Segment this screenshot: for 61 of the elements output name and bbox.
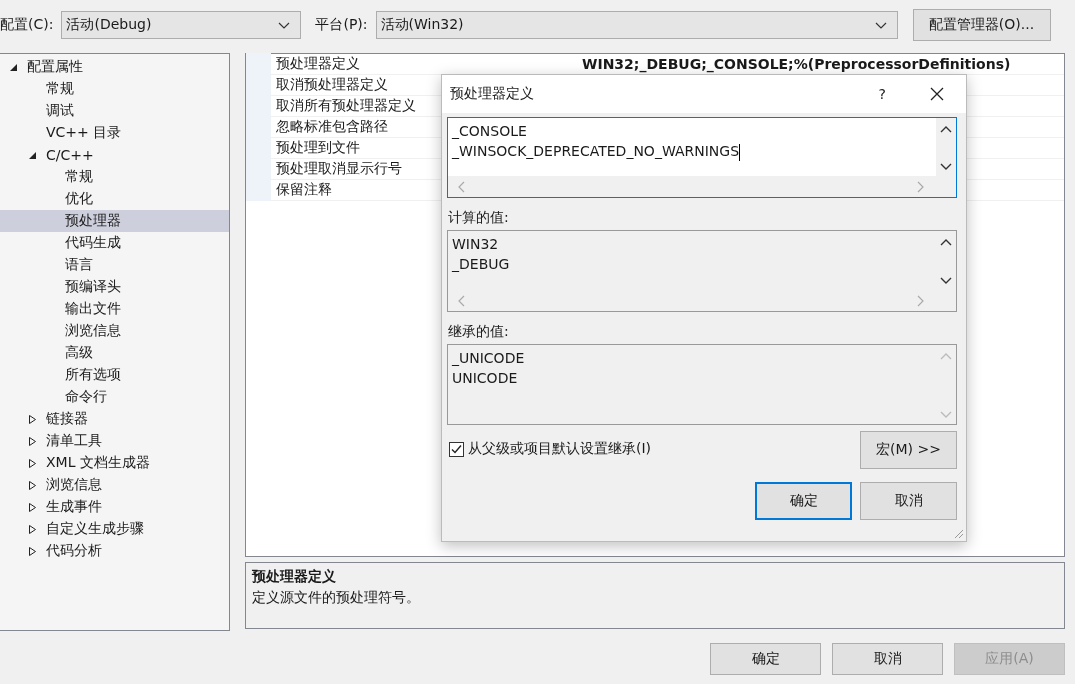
collapsed-triangle-icon[interactable]	[27, 457, 38, 469]
tree-item[interactable]: VC++ 目录	[0, 122, 229, 144]
tree-item[interactable]: 浏览信息	[0, 320, 229, 342]
tree-item[interactable]: C/C++	[0, 144, 229, 166]
macro-button[interactable]: 宏(M) >>	[860, 431, 957, 469]
scroll-down-icon[interactable]	[940, 163, 952, 170]
collapsed-triangle-icon[interactable]	[27, 479, 38, 491]
chevron-down-icon[interactable]	[278, 21, 291, 29]
definitions-text-field[interactable]: _CONSOLE _WINSOCK_DEPRECATED_NO_WARNINGS	[447, 117, 957, 198]
platform-label: 平台(P):	[315, 16, 368, 34]
dialog-button[interactable]: 确定	[710, 643, 821, 675]
checkbox-label[interactable]: 从父级或项目默认设置继承(I)	[468, 440, 652, 458]
tree-item[interactable]: 命令行	[0, 386, 229, 408]
checkbox[interactable]	[449, 441, 464, 457]
collapsed-triangle-icon[interactable]	[27, 523, 38, 535]
computed-values-label: 计算的值:	[447, 209, 510, 227]
configuration-manager-button[interactable]: 配置管理器(O)...	[912, 9, 1051, 41]
scroll-up-icon[interactable]	[940, 239, 952, 246]
scroll-up-icon[interactable]	[940, 126, 952, 133]
tree-item[interactable]: 常规	[0, 78, 229, 100]
description-text: 定义源文件的预处理符号。	[252, 588, 421, 607]
tree-item[interactable]: 高级	[0, 342, 229, 364]
tree-item[interactable]: 输出文件	[0, 298, 229, 320]
tree-item[interactable]: 浏览信息	[0, 474, 229, 496]
tree-item[interactable]: 代码生成	[0, 232, 229, 254]
close-icon[interactable]	[930, 87, 944, 101]
property-value[interactable]: WIN32;_DEBUG;_CONSOLE;%(PreprocessorDefinitions)	[582, 55, 1011, 72]
cancel-button[interactable]: 取消	[860, 482, 957, 520]
tree-item[interactable]: 配置属性	[0, 56, 229, 78]
tree-item[interactable]: 常规	[0, 166, 229, 188]
config-label: 配置(C):	[0, 16, 54, 34]
dialog-title: 预处理器定义	[450, 85, 535, 103]
tree-item[interactable]: 生成事件	[0, 496, 229, 518]
tree-item[interactable]: 所有选项	[0, 364, 229, 386]
inherited-values-label: 继承的值:	[447, 323, 510, 341]
tree-item[interactable]: XML 文档生成器	[0, 452, 229, 474]
tree-item[interactable]: 调试	[0, 100, 229, 122]
collapsed-triangle-icon[interactable]	[27, 413, 38, 425]
tree-item[interactable]: 预编译头	[0, 276, 229, 298]
ok-button[interactable]: 确定	[755, 482, 852, 520]
computed-values-field[interactable]: WIN32 _DEBUG	[447, 230, 957, 312]
collapsed-triangle-icon[interactable]	[27, 435, 38, 447]
description-title: 预处理器定义	[252, 567, 337, 586]
tree-item[interactable]: 自定义生成步骤	[0, 518, 229, 540]
tree-item[interactable]: 清单工具	[0, 430, 229, 452]
dialog-button[interactable]: 取消	[832, 643, 943, 675]
tree-item[interactable]: 代码分析	[0, 540, 229, 562]
tree-item[interactable]: 优化	[0, 188, 229, 210]
config-dropdown[interactable]: 活动(Debug)	[61, 11, 302, 39]
platform-dropdown[interactable]: 活动(Win32)	[375, 11, 898, 39]
collapsed-triangle-icon[interactable]	[27, 545, 38, 557]
scroll-down-icon[interactable]	[940, 277, 952, 284]
collapsed-triangle-icon[interactable]	[27, 501, 38, 513]
tree-item[interactable]: 预处理器	[0, 210, 229, 232]
help-button[interactable]: ?	[878, 86, 886, 102]
row-margin	[246, 52, 271, 75]
tree-item[interactable]: 语言	[0, 254, 229, 276]
resize-grip-icon[interactable]	[954, 529, 964, 539]
property-name[interactable]: 预处理器定义	[271, 54, 582, 73]
chevron-down-icon[interactable]	[874, 21, 887, 29]
tree-item[interactable]: 链接器	[0, 408, 229, 430]
